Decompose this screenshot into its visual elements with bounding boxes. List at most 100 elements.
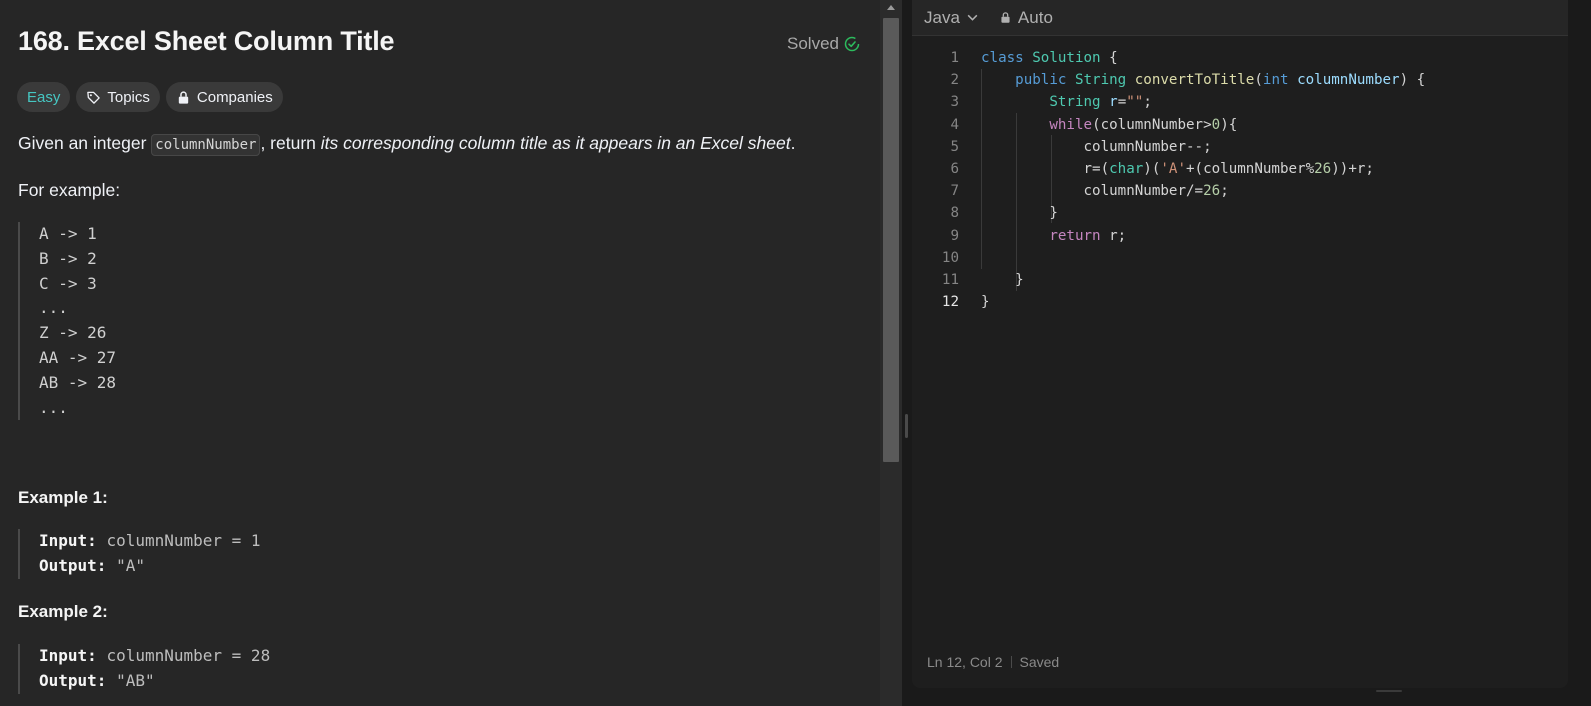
example-1-heading: Example 1: <box>18 488 108 507</box>
code-content: while(columnNumber>0){ <box>1049 116 1238 133</box>
topics-button[interactable]: Topics <box>76 82 160 112</box>
mapping-line: B -> 2 <box>39 248 97 268</box>
line-number: 7 <box>950 183 959 200</box>
input-label: Input: <box>39 531 97 550</box>
save-status: Saved <box>1019 654 1060 670</box>
resize-handle[interactable] <box>905 414 908 438</box>
language-label: Java <box>924 7 960 27</box>
panel-resize-divider[interactable] <box>902 0 912 706</box>
statement-emphasis: its corresponding column title as it app… <box>320 133 791 153</box>
check-circle-icon <box>844 36 860 52</box>
scroll-up-arrow-icon[interactable] <box>887 5 895 10</box>
code-content: } <box>981 271 1024 288</box>
output-label: Output: <box>39 670 107 690</box>
output-value: "A" <box>116 555 145 575</box>
line-number: 9 <box>950 227 959 244</box>
problem-title[interactable]: 168. Excel Sheet Column Title <box>18 26 860 57</box>
code-content: } <box>981 205 1058 222</box>
auto-mode-toggle[interactable]: Auto <box>999 8 1053 28</box>
input-label: Input: <box>39 646 97 665</box>
code-line: 7 columnNumber/=26; <box>912 180 1568 202</box>
code-line: 9 return r; <box>912 225 1568 247</box>
line-number: 8 <box>950 205 959 222</box>
code-line: 2 public String convertToTitle(int colum… <box>912 69 1568 91</box>
description-scrollbar[interactable] <box>880 0 902 706</box>
inline-code: columnNumber <box>151 134 261 156</box>
line-number: 11 <box>941 271 959 288</box>
language-selector[interactable]: Java <box>924 8 979 28</box>
statement-text: , return <box>260 133 321 153</box>
scrollbar-thumb[interactable] <box>883 18 899 462</box>
code-content: public String convertToTitle(int columnN… <box>1015 72 1426 89</box>
line-number: 2 <box>950 72 959 89</box>
code-text-area[interactable]: 1 class Solution { 2 public String conver… <box>912 47 1568 313</box>
for-example-label: For example: <box>18 180 121 200</box>
code-line: 12} <box>912 291 1568 313</box>
companies-button[interactable]: Companies <box>165 82 283 112</box>
example-2-heading: Example 2: <box>18 602 108 621</box>
editor-toolbar: Java Auto <box>912 0 1568 36</box>
solved-status: Solved <box>787 34 860 54</box>
tag-row: Easy Topics Companies <box>17 82 283 112</box>
window-edge <box>1568 0 1591 706</box>
editor-status-bar: Ln 12, Col 2 Saved <box>927 654 1059 670</box>
mapping-line: ... <box>39 298 68 318</box>
code-content: columnNumber--; <box>981 138 1212 155</box>
code-line: 11 } <box>912 269 1568 291</box>
example-output: Output: "AB" <box>39 669 270 694</box>
input-value: columnNumber = 28 <box>106 646 271 665</box>
code-line: 4 while(columnNumber>0){ <box>912 114 1568 136</box>
example-1-block: Input: columnNumber = 1 Output: "A" <box>18 529 261 579</box>
line-number: 4 <box>950 116 959 133</box>
example-input: Input: columnNumber = 1 <box>39 529 261 554</box>
mapping-line: C -> 3 <box>39 273 97 293</box>
code-line: 1 class Solution { <box>912 47 1568 69</box>
code-content: r=(char)('A'+(columnNumber%26))+r; <box>981 160 1374 177</box>
line-number: 6 <box>950 160 959 177</box>
code-editor-panel: Java Auto 1 class Solution { 2 public Str… <box>912 0 1568 688</box>
output-value: "AB" <box>116 670 155 690</box>
solved-label: Solved <box>787 34 839 53</box>
code-line: 3 String r=""; <box>912 91 1568 113</box>
tag-icon <box>87 91 101 104</box>
code-content: columnNumber/=26; <box>981 183 1229 200</box>
statement-text: . <box>790 133 796 153</box>
code-line: 10 <box>912 247 1568 269</box>
mapping-line: Z -> 26 <box>39 323 107 343</box>
difficulty-tag: Easy <box>17 82 71 112</box>
code-line: 6 r=(char)('A'+(columnNumber%26))+r; <box>912 158 1568 180</box>
mode-label: Auto <box>1017 7 1053 27</box>
chevron-down-icon <box>967 14 978 21</box>
line-number: 12 <box>941 294 959 311</box>
code-content: String r=""; <box>1049 94 1152 111</box>
output-label: Output: <box>39 555 107 575</box>
line-number: 1 <box>950 50 959 66</box>
code-line: 8 } <box>912 202 1568 224</box>
leetcode-workspace: 168. Excel Sheet Column Title Solved Eas… <box>0 0 1591 706</box>
problem-statement: Given an integer columnNumber, return it… <box>18 133 796 156</box>
status-divider <box>1010 656 1012 668</box>
input-value: columnNumber = 1 <box>106 531 261 550</box>
code-content: } <box>981 294 990 311</box>
mapping-line: AA -> 27 <box>39 347 117 367</box>
code-content: class Solution { <box>981 50 1118 66</box>
bottom-resize-handle[interactable] <box>1376 690 1402 692</box>
topics-label: Topics <box>107 88 150 106</box>
code-line: 5 columnNumber--; <box>912 136 1568 158</box>
line-number: 10 <box>941 249 959 266</box>
title-row: 168. Excel Sheet Column Title Solved <box>18 26 860 66</box>
example-2-block: Input: columnNumber = 28 Output: "AB" <box>18 644 270 694</box>
problem-description-panel: 168. Excel Sheet Column Title Solved Eas… <box>0 0 880 706</box>
mapping-line: A -> 1 <box>39 224 97 243</box>
example-input: Input: columnNumber = 28 <box>39 644 270 669</box>
code-content: return r; <box>1049 227 1127 244</box>
mapping-line: AB -> 28 <box>39 372 117 392</box>
companies-label: Companies <box>196 88 273 106</box>
example-output: Output: "A" <box>39 554 261 579</box>
cursor-position: Ln 12, Col 2 <box>927 654 1003 670</box>
mapping-code-block: A -> 1 B -> 2 C -> 3 ... Z -> 26 AA -> 2… <box>18 222 117 421</box>
statement-text: Given an integer <box>18 133 152 153</box>
lock-icon <box>1001 12 1010 23</box>
lock-icon <box>178 90 189 104</box>
line-number: 5 <box>950 138 959 155</box>
